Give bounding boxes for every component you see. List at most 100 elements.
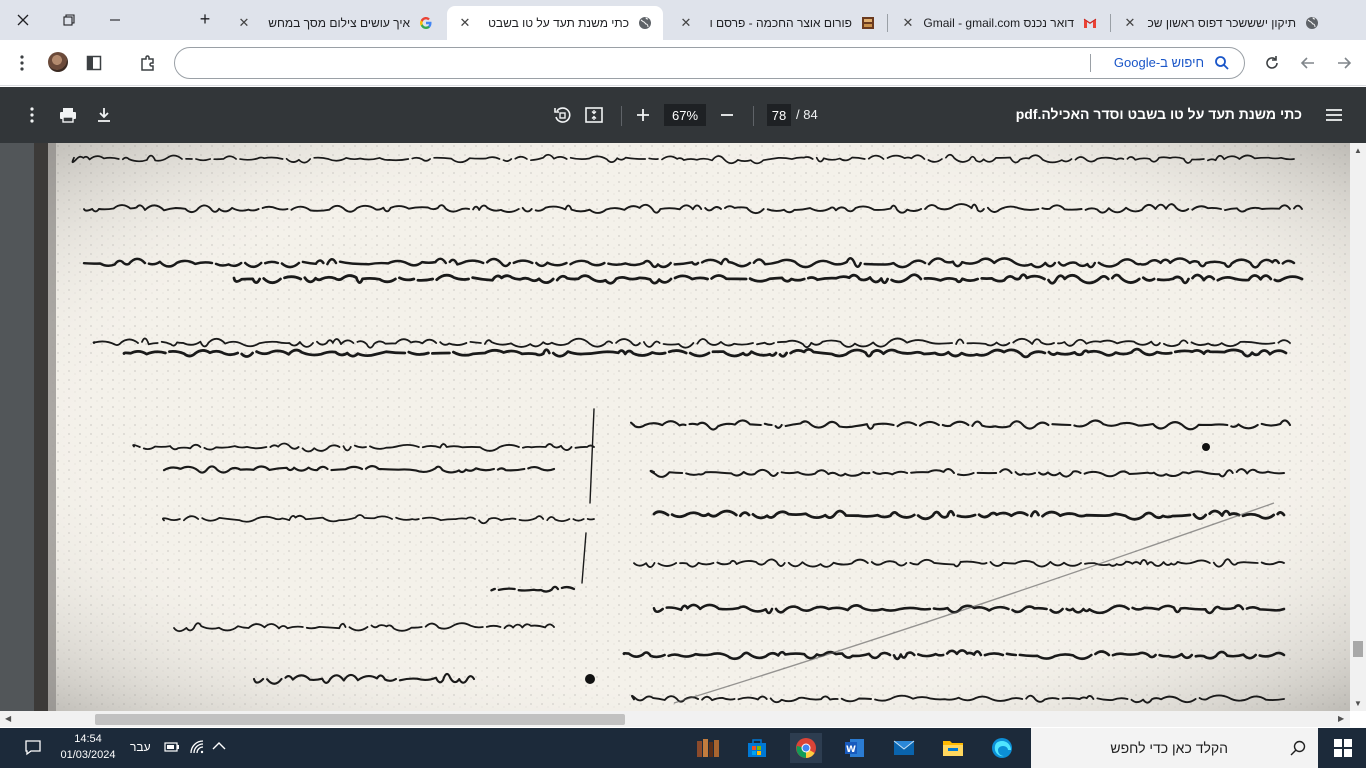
taskbar-app-mail[interactable] [888, 733, 920, 763]
show-hidden-icons-button[interactable] [212, 740, 226, 754]
restore-window-button[interactable] [46, 0, 92, 40]
arrow-right-icon [1338, 57, 1352, 69]
search-icon [1290, 740, 1306, 756]
tab-screenshot-howto[interactable]: איך עושים צילום מסך במחש ✕ [226, 6, 444, 40]
taskbar-app-store[interactable] [741, 733, 773, 763]
battery-icon[interactable] [164, 741, 180, 756]
more-vertical-icon [20, 55, 24, 71]
print-button[interactable] [56, 103, 80, 127]
tab-title: איך עושים צילום מסך במחש [268, 16, 410, 30]
globe-icon [637, 15, 653, 31]
tab-title: כתי משנת תעד על טו בשבט [488, 16, 629, 30]
taskbar-search-placeholder: הקלד כאן כדי לחפש [1110, 740, 1228, 756]
profile-avatar[interactable] [48, 52, 68, 72]
browser-toolbar: חיפוש ב-Google [0, 40, 1366, 86]
close-window-button[interactable] [0, 0, 46, 40]
minimize-icon [110, 19, 120, 21]
fit-page-button[interactable] [582, 103, 606, 127]
edge-icon [992, 738, 1012, 758]
handwritten-manuscript-image [34, 143, 1350, 711]
globe-icon [1304, 15, 1320, 31]
minus-icon [721, 114, 733, 116]
tab-separator [887, 14, 888, 32]
google-icon [418, 15, 434, 31]
tab-close-button[interactable]: ✕ [236, 15, 252, 31]
reload-icon [1266, 56, 1278, 69]
reload-button[interactable] [1260, 51, 1284, 75]
taskbar-app-edge[interactable] [986, 733, 1018, 763]
folder-icon [943, 741, 963, 756]
document-outline-button[interactable] [1322, 103, 1346, 127]
tab-close-button[interactable]: ✕ [457, 15, 473, 31]
extensions-button[interactable] [136, 51, 160, 75]
menu-icon [1326, 109, 1342, 121]
tab-pdf-active[interactable]: כתי משנת תעד על טו בשבט ✕ [447, 6, 663, 40]
chevron-up-icon [212, 742, 226, 750]
clock-date: 01/03/2024 [60, 749, 116, 761]
page-total: / 84 [796, 107, 818, 122]
pdf-more-button[interactable] [20, 103, 44, 127]
gmail-icon [1082, 15, 1098, 31]
taskbar-search-box[interactable]: הקלד כאן כדי לחפש [1031, 728, 1318, 768]
start-button[interactable] [1325, 733, 1361, 763]
tab-title: פורום אוצר החכמה - פרסם ו [709, 16, 852, 30]
address-bar[interactable]: חיפוש ב-Google [174, 47, 1245, 79]
print-icon [60, 108, 76, 123]
scroll-down-arrow[interactable]: ▼ [1354, 699, 1362, 708]
new-tab-button[interactable]: + [194, 8, 216, 30]
omnibox-divider [1090, 54, 1091, 72]
tab-tikkun[interactable]: תיקון ישששכר דפוס ראשון שכ ✕ [1112, 6, 1330, 40]
chrome-menu-button[interactable] [10, 51, 34, 75]
plus-icon [637, 109, 649, 121]
chat-bubble-icon [25, 740, 41, 756]
taskbar-app-word[interactable]: W [839, 733, 871, 763]
zoom-out-button[interactable] [715, 103, 739, 127]
rotate-icon [554, 107, 571, 123]
mail-icon [893, 740, 915, 755]
pdf-viewer[interactable] [0, 143, 1366, 711]
forward-button[interactable] [1332, 51, 1356, 75]
zoom-level-input[interactable]: 67% [664, 104, 706, 126]
download-icon [98, 108, 110, 122]
wifi-icon[interactable] [189, 739, 205, 758]
tab-gmail[interactable]: דואר נכנס Gmail - gmail.com ✕ [890, 6, 1108, 40]
minimize-window-button[interactable] [92, 0, 138, 40]
puzzle-icon [141, 55, 154, 71]
scroll-up-arrow[interactable]: ▲ [1354, 146, 1362, 155]
tab-title: תיקון ישששכר דפוס ראשון שכ [1147, 16, 1296, 30]
books-icon [697, 739, 719, 757]
word-icon: W [845, 739, 864, 757]
zoom-in-button[interactable] [631, 103, 655, 127]
vertical-scroll-thumb[interactable] [1353, 641, 1363, 657]
tab-separator [1110, 14, 1111, 32]
chrome-icon [796, 738, 816, 758]
close-icon [17, 14, 29, 26]
tab-close-button[interactable]: ✕ [1122, 15, 1138, 31]
toolbar-separator [753, 106, 754, 126]
taskbar-clock[interactable]: 14:54 01/03/2024 [58, 731, 118, 763]
more-vertical-icon [30, 107, 34, 123]
page-number-input[interactable]: 78 [767, 104, 791, 126]
taskbar-app-explorer[interactable] [937, 733, 969, 763]
pdf-toolbar: 67% 78 / 84 כתי משנת תעד על טו בשבט וסדר… [0, 87, 1366, 143]
tab-close-button[interactable]: ✕ [900, 15, 916, 31]
tab-close-button[interactable]: ✕ [678, 15, 694, 31]
scroll-left-arrow[interactable]: ◀ [5, 714, 11, 723]
toolbar-separator [621, 106, 622, 126]
taskbar-app-books[interactable] [692, 733, 724, 763]
forum-icon [860, 15, 876, 31]
tab-forum[interactable]: פורום אוצר החכמה - פרסם ו ✕ [668, 6, 886, 40]
vertical-scrollbar[interactable] [1350, 143, 1366, 711]
back-button[interactable] [1296, 51, 1320, 75]
download-button[interactable] [92, 103, 116, 127]
rotate-button[interactable] [550, 103, 574, 127]
horizontal-scroll-thumb[interactable] [95, 714, 625, 725]
side-panel-button[interactable] [82, 51, 106, 75]
side-panel-icon [86, 55, 102, 71]
notifications-button[interactable] [24, 739, 42, 760]
taskbar-app-chrome[interactable] [790, 733, 822, 763]
restore-icon [63, 14, 75, 26]
windows-logo-icon [1334, 739, 1352, 757]
scroll-right-arrow[interactable]: ▶ [1338, 714, 1344, 723]
input-language[interactable]: עבר [130, 740, 151, 754]
